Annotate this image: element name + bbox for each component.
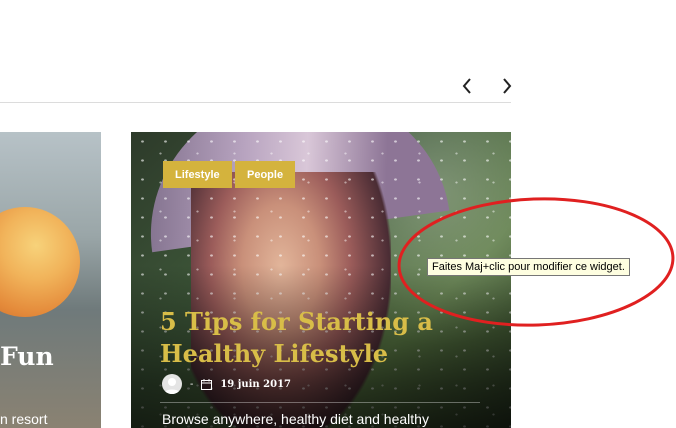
post-title[interactable]: Fun — [0, 342, 54, 371]
section-divider — [0, 102, 511, 103]
carousel-prev-button[interactable] — [455, 74, 479, 98]
meta-divider — [160, 402, 480, 403]
post-excerpt: n resort — [0, 411, 48, 427]
post-date: 19 juin 2017 — [220, 378, 292, 390]
chevron-left-icon — [462, 78, 471, 94]
meta-separator: - — [190, 378, 194, 390]
post-excerpt: Browse anywhere, healthy diet and health… — [162, 411, 429, 427]
chevron-right-icon — [503, 78, 512, 94]
post-card-previous[interactable]: Fun n resort — [0, 132, 101, 428]
widget-tooltip: Faites Maj+clic pour modifier ce widget. — [427, 258, 630, 276]
post-meta: - 19 juin 2017 — [162, 374, 291, 394]
carousel-next-button[interactable] — [495, 74, 519, 98]
category-tag-lifestyle[interactable]: Lifestyle — [163, 161, 232, 188]
category-tag-people[interactable]: People — [235, 161, 296, 188]
card-image — [0, 207, 80, 317]
post-title[interactable]: 5 Tips for Starting a Healthy Lifestyle — [160, 306, 490, 370]
calendar-icon — [201, 378, 213, 390]
post-card[interactable]: Lifestyle People 5 Tips for Starting a H… — [131, 132, 511, 428]
user-avatar-icon[interactable] — [162, 374, 182, 394]
